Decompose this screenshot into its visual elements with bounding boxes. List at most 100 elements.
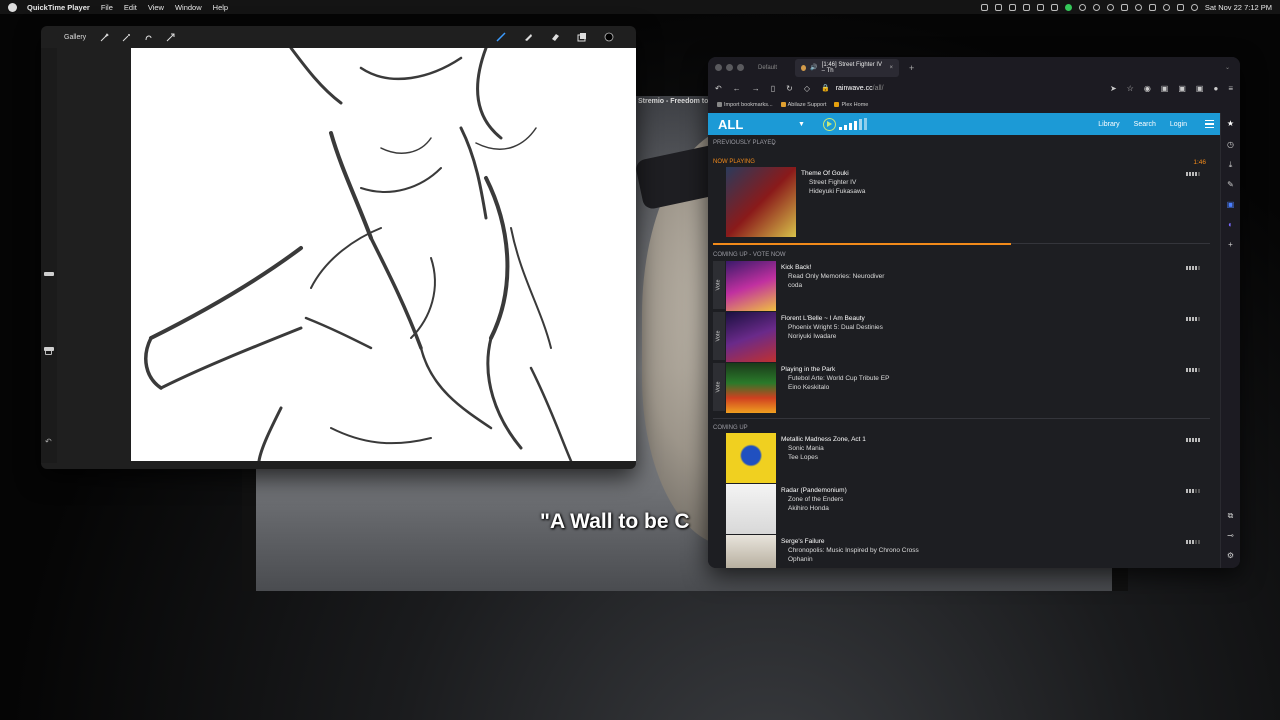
status-icon[interactable] [994, 3, 1002, 11]
rating-bars[interactable] [1186, 317, 1200, 321]
search-icon[interactable] [1162, 3, 1170, 11]
magic-wand-icon[interactable] [122, 33, 131, 42]
hamburger-menu-icon[interactable] [1205, 119, 1214, 129]
song-album[interactable]: Street Fighter IV [809, 179, 856, 186]
rating-bars[interactable] [1186, 266, 1200, 270]
back-icon[interactable]: ↶ [715, 84, 722, 93]
menu-file[interactable]: File [101, 3, 113, 12]
play-button[interactable] [822, 117, 836, 131]
vote-button[interactable]: Vote [713, 312, 725, 360]
menu-app-name[interactable]: QuickTime Player [27, 3, 90, 12]
url-bar[interactable]: 🔒 rainwave.cc/all/ [821, 84, 1099, 93]
previously-played-toggle[interactable]: PREVIOUSLY PLAYED [713, 140, 776, 146]
speaker-icon[interactable]: 🔊 [810, 64, 817, 71]
bookmark-item[interactable]: Plex Home [834, 102, 868, 108]
tab-default[interactable]: Default [758, 65, 777, 71]
new-tab-icon[interactable]: + [909, 63, 914, 73]
song-artist[interactable]: Tee Lopes [788, 454, 818, 461]
drawing-canvas[interactable] [131, 48, 636, 461]
extension-icon[interactable]: ▣ [1178, 84, 1186, 93]
gallery-button[interactable]: Gallery [64, 34, 86, 41]
tab-rainwave[interactable]: 🔊 [1:46] Street Fighter IV – Th × [795, 58, 900, 77]
rating-bars[interactable] [1186, 438, 1200, 442]
nav-login-link[interactable]: Login [1170, 121, 1187, 128]
brush-icon[interactable] [496, 32, 506, 42]
layers-icon[interactable] [577, 32, 587, 42]
transform-icon[interactable] [166, 33, 175, 42]
shield-icon[interactable]: ◇ [804, 84, 810, 93]
undo-icon[interactable]: ↶ [45, 437, 52, 446]
song-artist[interactable]: coda [788, 282, 802, 289]
brush-size-slider[interactable] [44, 272, 54, 276]
chevron-down-icon[interactable]: ▼ [798, 121, 805, 128]
status-icon[interactable] [1008, 3, 1016, 11]
bookmark-item[interactable]: Import bookmarks... [717, 102, 773, 108]
extension-sidebar-icon[interactable]: ◐ [1226, 220, 1235, 229]
extension-icon[interactable]: ● [1213, 84, 1218, 93]
siri-icon[interactable] [1190, 3, 1198, 11]
wifi-icon[interactable] [1148, 3, 1156, 11]
pip-icon[interactable]: ⧉ [1226, 511, 1235, 520]
close-tab-icon[interactable]: × [890, 65, 894, 71]
song-artist[interactable]: Hideyuki Fukasawa [809, 188, 865, 195]
rating-bars[interactable] [1186, 172, 1200, 176]
browser-window[interactable]: Default 🔊 [1:46] Street Fighter IV – Th … [708, 57, 1240, 568]
pen-icon[interactable]: ✎ [1226, 180, 1235, 189]
rating-bars[interactable] [1186, 368, 1200, 372]
song-artist[interactable]: Noriyuki Iwadare [788, 333, 836, 340]
bookmark-star-icon[interactable]: ☆ [1127, 84, 1134, 93]
chevron-down-icon[interactable]: ⌄ [771, 140, 776, 147]
selection-icon[interactable] [144, 33, 153, 42]
song-artist[interactable]: Akihiro Honda [788, 505, 829, 512]
tab-list-chevron-icon[interactable]: ⌄ [1225, 64, 1230, 71]
sidebar-toggle-icon[interactable]: ▯ [771, 84, 775, 93]
download-icon[interactable]: ⤓ [1226, 160, 1235, 169]
status-icon[interactable] [980, 3, 988, 11]
menu-edit[interactable]: Edit [124, 3, 137, 12]
minimize-window-button[interactable] [726, 64, 733, 71]
status-icon[interactable] [1078, 3, 1086, 11]
menu-help[interactable]: Help [213, 3, 228, 12]
play-icon[interactable] [1092, 3, 1100, 11]
history-icon[interactable]: ◷ [1226, 140, 1235, 149]
color-picker-icon[interactable] [604, 32, 614, 42]
song-album[interactable]: Chronopolis: Music Inspired by Chrono Cr… [788, 547, 919, 554]
song-album[interactable]: Sonic Mania [788, 445, 824, 452]
translate-icon[interactable]: ▣ [1226, 200, 1235, 209]
menu-window[interactable]: Window [175, 3, 202, 12]
extension-icon[interactable]: ▣ [1196, 84, 1204, 93]
status-icon[interactable] [1106, 3, 1114, 11]
battery-icon[interactable] [1120, 3, 1128, 11]
add-icon[interactable]: + [1226, 240, 1235, 249]
bookmarks-star-icon[interactable]: ★ [1226, 119, 1235, 128]
eraser-icon[interactable] [550, 32, 560, 42]
apple-menu-icon[interactable] [8, 2, 17, 12]
key-icon[interactable]: ⊸ [1226, 531, 1235, 540]
rating-bars[interactable] [1186, 489, 1200, 493]
back-arrow-icon[interactable]: ← [733, 84, 741, 93]
menu-view[interactable]: View [148, 3, 164, 12]
nav-search-link[interactable]: Search [1134, 121, 1156, 128]
moon-icon[interactable] [1134, 3, 1142, 11]
drawing-app-window[interactable]: Gallery ↶ [41, 26, 636, 469]
song-album[interactable]: Read Only Memories: Neurodiver [788, 273, 884, 280]
zoom-window-button[interactable] [737, 64, 744, 71]
song-artist[interactable]: Eino Keskitalo [788, 384, 829, 391]
song-album[interactable]: Futebol Arte: World Cup Tribute EP [788, 375, 889, 382]
rating-bars[interactable] [1186, 540, 1200, 544]
bookmark-item[interactable]: Abilaze Support [780, 102, 826, 108]
wrench-icon[interactable] [100, 32, 109, 42]
status-icon[interactable] [1036, 3, 1044, 11]
status-icon[interactable] [1022, 3, 1030, 11]
vote-button[interactable]: Vote [713, 363, 725, 411]
send-icon[interactable]: ➤ [1110, 84, 1117, 93]
volume-icon[interactable] [838, 118, 867, 130]
vote-button[interactable]: Vote [713, 261, 725, 309]
account-icon[interactable]: ◉ [1144, 84, 1151, 93]
song-album[interactable]: Phoenix Wright 5: Dual Destinies [788, 324, 883, 331]
station-selector[interactable]: ALL [718, 117, 798, 132]
menu-clock[interactable]: Sat Nov 22 7:12 PM [1205, 3, 1272, 12]
status-green-icon[interactable] [1064, 3, 1072, 11]
reload-icon[interactable]: ↻ [786, 84, 793, 93]
status-icon[interactable] [1050, 3, 1058, 11]
